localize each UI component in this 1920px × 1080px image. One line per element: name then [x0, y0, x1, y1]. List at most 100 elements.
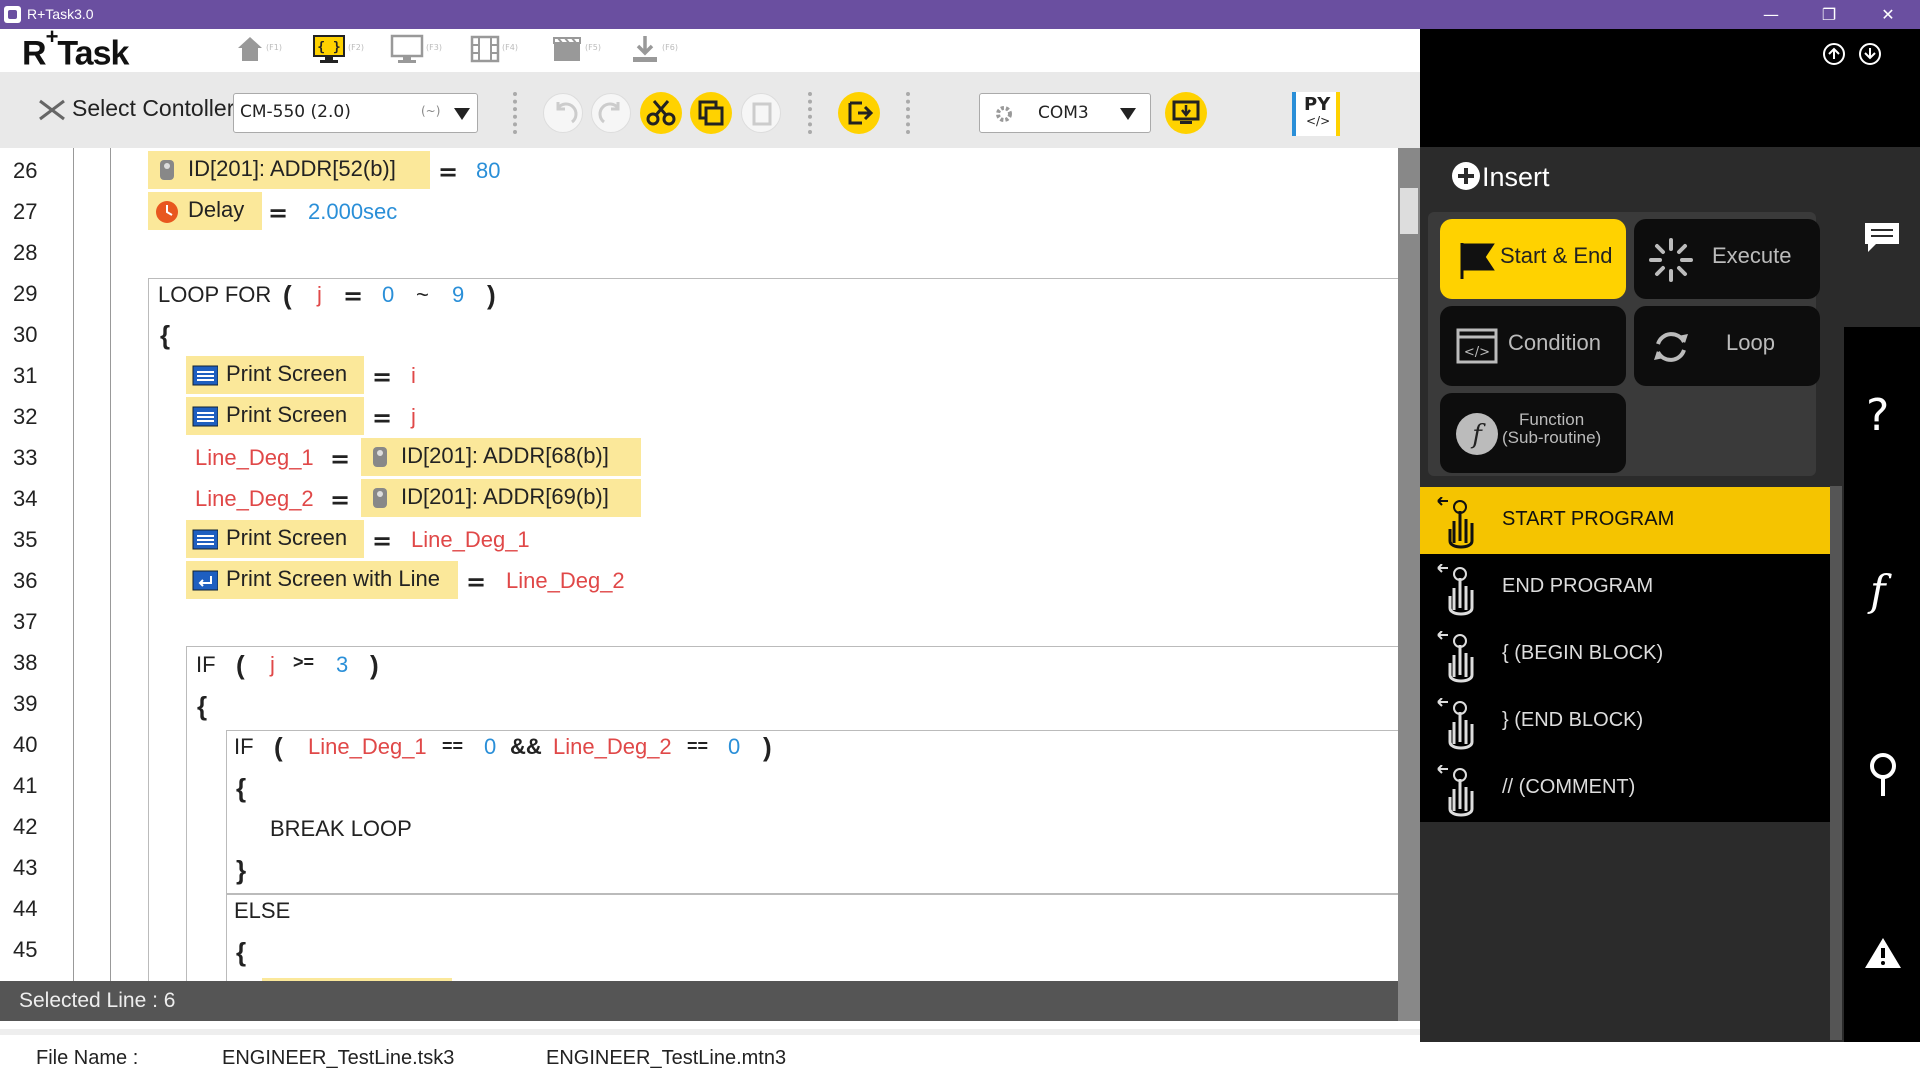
cut-button[interactable]: [640, 92, 682, 134]
editor-scrollbar-thumb[interactable]: [1400, 188, 1418, 234]
variable-ref[interactable]: j: [270, 652, 275, 678]
variable-ref[interactable]: i: [411, 363, 416, 389]
code-block-print-screen[interactable]: Print Screen: [186, 397, 364, 435]
begin-block-brace[interactable]: {: [160, 320, 170, 351]
value-literal[interactable]: 0: [484, 734, 496, 760]
variable-ref[interactable]: Line_Deg_1: [411, 527, 530, 553]
code-block-servo-addr[interactable]: ID[201]: ADDR[52(b)]: [148, 151, 430, 189]
monitor-icon[interactable]: [390, 34, 424, 64]
code-block-print-screen[interactable]: Print Screen: [186, 520, 364, 558]
hand-pointer-icon: [1437, 497, 1474, 549]
line-number: 28: [13, 240, 38, 265]
item-label: } (END BLOCK): [1502, 709, 1644, 731]
insert-title-text: Insert: [1482, 162, 1550, 192]
f6-key-hint: (F6): [662, 43, 678, 52]
code-editor[interactable]: 26 27 28 29 30 31 32 33 34 35 36 37 38 3…: [0, 148, 1398, 981]
if-keyword[interactable]: IF: [234, 734, 254, 760]
redo-button[interactable]: [591, 93, 631, 133]
insert-panel-scrollbar[interactable]: [1830, 486, 1842, 1040]
insert-item-begin-block[interactable]: { (BEGIN BLOCK): [1420, 621, 1830, 688]
loop-start[interactable]: 0: [382, 282, 394, 308]
value-literal[interactable]: 80: [476, 158, 500, 184]
variable-ref[interactable]: Line_Deg_1: [308, 734, 427, 760]
motion-film-icon[interactable]: [470, 34, 500, 64]
compare-operator: ==: [687, 736, 709, 756]
task-code-icon[interactable]: { }: [312, 34, 346, 64]
comment-bubble-icon[interactable]: [1862, 220, 1902, 254]
minimize-button[interactable]: —: [1743, 0, 1799, 29]
f3-key-hint: (F3): [426, 43, 442, 52]
help-icon[interactable]: ?: [1866, 390, 1889, 441]
break-loop-keyword[interactable]: BREAK LOOP: [270, 816, 412, 842]
block-text: Print Screen: [226, 525, 348, 550]
category-loop[interactable]: Loop: [1634, 306, 1820, 386]
insert-item-comment[interactable]: // (COMMENT): [1420, 755, 1830, 822]
download-circle-icon[interactable]: [1858, 42, 1882, 66]
search-magnifier-icon[interactable]: [1866, 752, 1900, 798]
code-window-icon: </>: [1456, 328, 1498, 364]
category-execute[interactable]: Execute: [1634, 219, 1820, 299]
code-block-delay[interactable]: Delay: [148, 192, 262, 230]
title-bar: R+Task3.0 — ❐ ✕: [0, 0, 1920, 29]
paste-button[interactable]: [741, 93, 781, 133]
paren-close: ): [370, 650, 379, 680]
category-function[interactable]: f Function (Sub-routine): [1440, 393, 1626, 473]
begin-block-brace[interactable]: {: [236, 937, 246, 968]
home-icon[interactable]: [236, 34, 264, 64]
port-value: COM3: [1038, 103, 1089, 123]
download-to-controller-button[interactable]: [1165, 92, 1207, 134]
clapperboard-icon[interactable]: [552, 34, 582, 64]
controller-select[interactable]: CM-550 (2.0) (~): [233, 93, 478, 133]
block-text: ID[201]: ADDR[69(b)]: [401, 484, 609, 509]
category-condition[interactable]: </> Condition: [1440, 306, 1626, 386]
undo-button[interactable]: [543, 93, 583, 133]
assign-operator: =: [330, 486, 351, 514]
insert-item-end-program[interactable]: END PROGRAM: [1420, 554, 1830, 621]
code-block-servo-addr[interactable]: ID[201]: ADDR[68(b)]: [361, 438, 641, 476]
value-literal[interactable]: 0: [728, 734, 740, 760]
code-block-servo-addr[interactable]: ID[201]: ADDR[69(b)]: [361, 479, 641, 517]
loop-for-keyword[interactable]: LOOP FOR: [158, 282, 271, 308]
begin-block-brace[interactable]: {: [197, 691, 207, 722]
copy-icon: [698, 100, 724, 126]
end-block-brace[interactable]: }: [236, 855, 246, 886]
download-icon[interactable]: [630, 34, 660, 64]
if-keyword[interactable]: IF: [196, 652, 216, 678]
variable-ref[interactable]: Line_Deg_1: [195, 445, 314, 471]
variable-ref[interactable]: Line_Deg_2: [195, 486, 314, 512]
status-bar: Selected Line : 6: [0, 981, 1398, 1021]
loop-arrows-icon: [1654, 332, 1688, 362]
value-literal[interactable]: 3: [336, 652, 348, 678]
f5-key-hint: (F5): [585, 43, 601, 52]
else-keyword[interactable]: ELSE: [234, 898, 290, 924]
line-number: 32: [13, 404, 38, 429]
loop-end[interactable]: 9: [452, 282, 464, 308]
variable-ref[interactable]: Line_Deg_2: [506, 568, 625, 594]
upload-circle-icon[interactable]: [1822, 42, 1846, 66]
paren-open: (: [274, 732, 283, 762]
print-screen-icon: [192, 529, 218, 550]
hand-pointer-icon: [1437, 631, 1474, 683]
category-start-end[interactable]: Start & End: [1440, 219, 1626, 299]
restore-button[interactable]: ❐: [1801, 0, 1857, 29]
line-number: 30: [13, 322, 38, 347]
insert-item-end-block[interactable]: } (END BLOCK): [1420, 688, 1830, 755]
insert-item-start-program[interactable]: START PROGRAM: [1420, 487, 1830, 554]
exit-button[interactable]: [838, 92, 880, 134]
close-button[interactable]: ✕: [1860, 0, 1916, 29]
loop-variable[interactable]: j: [317, 282, 322, 308]
variable-ref[interactable]: j: [411, 404, 416, 430]
function-sidebar-icon[interactable]: f: [1870, 566, 1886, 615]
python-button[interactable]: PY </>: [1292, 92, 1340, 136]
copy-button[interactable]: [690, 92, 732, 134]
app-logo: R+Task: [22, 24, 129, 72]
code-block-print-screen[interactable]: Print Screen: [186, 356, 364, 394]
variable-ref[interactable]: Line_Deg_2: [553, 734, 672, 760]
code-block-print-screen-line[interactable]: Print Screen with Line: [186, 561, 458, 599]
python-label: PY: [1304, 94, 1331, 115]
value-literal[interactable]: 2.000sec: [308, 199, 397, 225]
warning-icon[interactable]: [1864, 936, 1902, 970]
editor-scrollbar[interactable]: [1398, 148, 1420, 1021]
port-select[interactable]: COM3: [979, 93, 1151, 133]
begin-block-brace[interactable]: {: [236, 773, 246, 804]
